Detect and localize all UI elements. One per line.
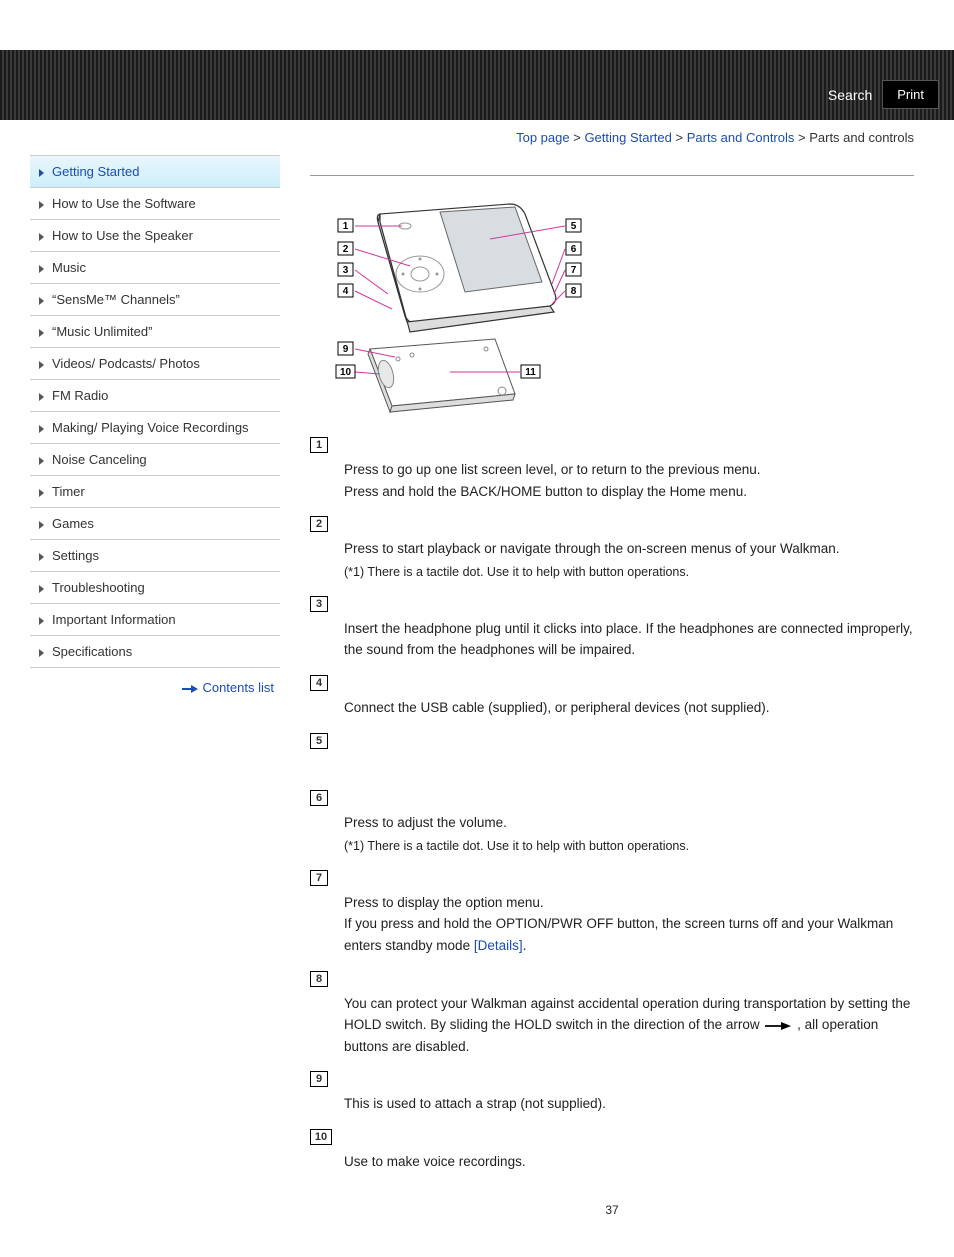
sidebar-item-12[interactable]: Settings: [30, 540, 280, 572]
sidebar-item-4[interactable]: “SensMe™ Channels”: [30, 284, 280, 316]
breadcrumb-getting-started[interactable]: Getting Started: [584, 130, 671, 145]
nav-list: Getting StartedHow to Use the SoftwareHo…: [30, 155, 280, 668]
part-8: 8 You can protect your Walkman against a…: [310, 971, 914, 1058]
arrow-right-icon: [182, 685, 198, 693]
badge-3: 3: [310, 596, 328, 612]
sidebar-item-9[interactable]: Noise Canceling: [30, 444, 280, 476]
part-6: 6 Press to adjust the volume. (*1) There…: [310, 790, 914, 856]
badge-8: 8: [310, 971, 328, 987]
svg-text:2: 2: [343, 244, 349, 255]
badge-1: 1: [310, 437, 328, 453]
sidebar-item-10[interactable]: Timer: [30, 476, 280, 508]
sidebar-item-6[interactable]: Videos/ Podcasts/ Photos: [30, 348, 280, 380]
svg-text:1: 1: [343, 221, 349, 232]
contents-list-link[interactable]: Contents list: [182, 680, 274, 695]
sidebar-item-2[interactable]: How to Use the Speaker: [30, 220, 280, 252]
svg-text:9: 9: [343, 344, 349, 355]
sidebar-item-13[interactable]: Troubleshooting: [30, 572, 280, 604]
sidebar-item-1[interactable]: How to Use the Software: [30, 188, 280, 220]
header-banner: Search Print: [0, 50, 954, 120]
part-1: 1 Press to go up one list screen level, …: [310, 437, 914, 502]
part-5: 5: [310, 733, 914, 777]
main-content: 1 2 3 4 5 6 7 8 9 10 11 1 Press to go up…: [280, 155, 924, 1257]
part-6-text: Press to adjust the volume.: [344, 812, 914, 834]
sidebar-item-7[interactable]: FM Radio: [30, 380, 280, 412]
sidebar-item-0[interactable]: Getting Started: [30, 156, 280, 188]
part-7-text1: Press to display the option menu.: [344, 892, 914, 914]
svg-text:11: 11: [525, 367, 536, 378]
part-9-text: This is used to attach a strap (not supp…: [344, 1093, 914, 1115]
badge-2: 2: [310, 516, 328, 532]
part-10: 10 Use to make voice recordings.: [310, 1129, 914, 1173]
arrow-right-icon: [765, 1021, 791, 1030]
part-4: 4 Connect the USB cable (supplied), or p…: [310, 675, 914, 719]
part-10-text: Use to make voice recordings.: [344, 1151, 914, 1173]
breadcrumb-current: Parts and controls: [809, 130, 914, 145]
sidebar: Getting StartedHow to Use the SoftwareHo…: [30, 155, 280, 1257]
svg-text:7: 7: [571, 265, 577, 276]
badge-6: 6: [310, 790, 328, 806]
badge-10: 10: [310, 1129, 332, 1145]
part-1-text1: Press to go up one list screen level, or…: [344, 459, 914, 481]
details-link[interactable]: [Details]: [474, 938, 523, 953]
svg-text:10: 10: [340, 367, 352, 378]
svg-text:5: 5: [571, 221, 577, 232]
divider: [310, 175, 914, 176]
breadcrumb: Top page > Getting Started > Parts and C…: [0, 120, 954, 155]
svg-text:8: 8: [571, 286, 577, 297]
sidebar-item-5[interactable]: “Music Unlimited”: [30, 316, 280, 348]
badge-7: 7: [310, 870, 328, 886]
svg-text:6: 6: [571, 244, 577, 255]
part-8-text: You can protect your Walkman against acc…: [344, 993, 914, 1058]
part-7: 7 Press to display the option menu. If y…: [310, 870, 914, 957]
part-3-text: Insert the headphone plug until it click…: [344, 618, 914, 661]
svg-text:3: 3: [343, 265, 349, 276]
sidebar-item-11[interactable]: Games: [30, 508, 280, 540]
search-link[interactable]: Search: [828, 87, 872, 103]
part-6-note: (*1) There is a tactile dot. Use it to h…: [344, 836, 914, 856]
part-2-note: (*1) There is a tactile dot. Use it to h…: [344, 562, 914, 582]
badge-5: 5: [310, 733, 328, 749]
sidebar-item-15[interactable]: Specifications: [30, 636, 280, 668]
part-1-text2: Press and hold the BACK/HOME button to d…: [344, 481, 914, 503]
badge-4: 4: [310, 675, 328, 691]
device-diagram: 1 2 3 4 5 6 7 8 9 10 11: [310, 194, 590, 414]
part-4-text: Connect the USB cable (supplied), or per…: [344, 697, 914, 719]
svg-text:4: 4: [343, 286, 349, 297]
page-number: 37: [310, 1203, 914, 1217]
part-7-text2: If you press and hold the OPTION/PWR OFF…: [344, 913, 914, 956]
sidebar-item-8[interactable]: Making/ Playing Voice Recordings: [30, 412, 280, 444]
print-button[interactable]: Print: [882, 80, 939, 109]
breadcrumb-top[interactable]: Top page: [516, 130, 570, 145]
sidebar-item-14[interactable]: Important Information: [30, 604, 280, 636]
part-9: 9 This is used to attach a strap (not su…: [310, 1071, 914, 1115]
part-3: 3 Insert the headphone plug until it cli…: [310, 596, 914, 661]
breadcrumb-parts-controls[interactable]: Parts and Controls: [687, 130, 795, 145]
part-2: 2 Press to start playback or navigate th…: [310, 516, 914, 582]
sidebar-item-3[interactable]: Music: [30, 252, 280, 284]
part-2-text: Press to start playback or navigate thro…: [344, 538, 914, 560]
badge-9: 9: [310, 1071, 328, 1087]
